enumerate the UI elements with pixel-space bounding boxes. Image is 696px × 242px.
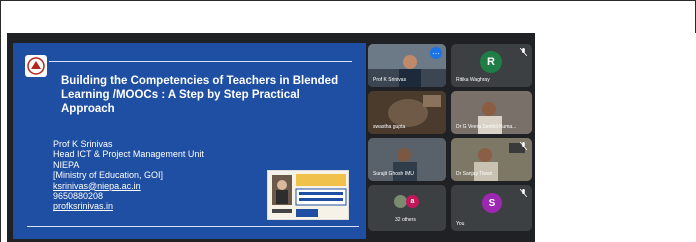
participant-tile[interactable]: ⋯ Prof K Srinivas bbox=[368, 44, 446, 87]
participant-tile[interactable]: Dr Sanjay Tiwari bbox=[451, 138, 532, 181]
blank-area bbox=[535, 33, 696, 242]
participant-tile[interactable]: Dr G Veera Senthil Kuma... bbox=[451, 91, 532, 134]
participant-name: You bbox=[456, 221, 465, 227]
meeting-window: Building the Competencies of Teachers in… bbox=[7, 33, 535, 242]
presenter-name: Prof K Srinivas bbox=[53, 139, 113, 149]
participant-avatar: R bbox=[480, 51, 502, 73]
participant-avatar: a bbox=[406, 195, 419, 208]
slide-title: Building the Competencies of Teachers in… bbox=[61, 75, 339, 115]
niepa-logo bbox=[25, 55, 47, 77]
self-tile[interactable]: S You bbox=[451, 185, 532, 231]
participant-name: swastha gupta bbox=[373, 124, 406, 130]
participant-name: Surajit Ghosh IMU bbox=[373, 171, 414, 177]
presenter-org: NIEPA bbox=[53, 159, 80, 170]
presenter-info: Prof K Srinivas Head ICT & Project Manag… bbox=[53, 139, 273, 212]
presenter-phone: 9650880208 bbox=[53, 191, 104, 202]
presenter-ministry: [Ministry of Education, GOI] bbox=[53, 170, 164, 181]
participant-name: Ritika Waghray bbox=[456, 77, 490, 83]
participant-tile[interactable]: swastha gupta bbox=[368, 91, 446, 134]
presenter-website[interactable]: profksrinivas.in bbox=[53, 201, 273, 211]
presenter-role: Head ICT & Project Management Unit bbox=[53, 149, 204, 160]
participant-avatar: S bbox=[482, 193, 502, 213]
presenter-email[interactable]: ksrinivas@niepa.ac.in bbox=[53, 181, 273, 191]
book-cover-image bbox=[267, 170, 349, 220]
more-options-icon[interactable]: ⋯ bbox=[430, 47, 442, 59]
participant-tile[interactable]: Surajit Ghosh IMU bbox=[368, 138, 446, 181]
slide-top-rule bbox=[49, 61, 352, 62]
others-tile[interactable]: a 32 others bbox=[368, 185, 446, 231]
slide-bottom-rule bbox=[27, 226, 359, 227]
participant-name: Dr G Veera Senthil Kuma... bbox=[456, 124, 517, 130]
participant-name: Prof K Srinivas bbox=[373, 77, 407, 83]
participant-tile[interactable]: R Ritika Waghray bbox=[451, 44, 532, 87]
mic-muted-icon bbox=[520, 189, 527, 197]
mic-muted-icon bbox=[520, 142, 527, 150]
presentation-slide: Building the Competencies of Teachers in… bbox=[13, 43, 366, 239]
others-count: 32 others bbox=[395, 217, 416, 223]
participant-name: Dr Sanjay Tiwari bbox=[456, 171, 493, 177]
mic-muted-icon bbox=[520, 48, 527, 56]
